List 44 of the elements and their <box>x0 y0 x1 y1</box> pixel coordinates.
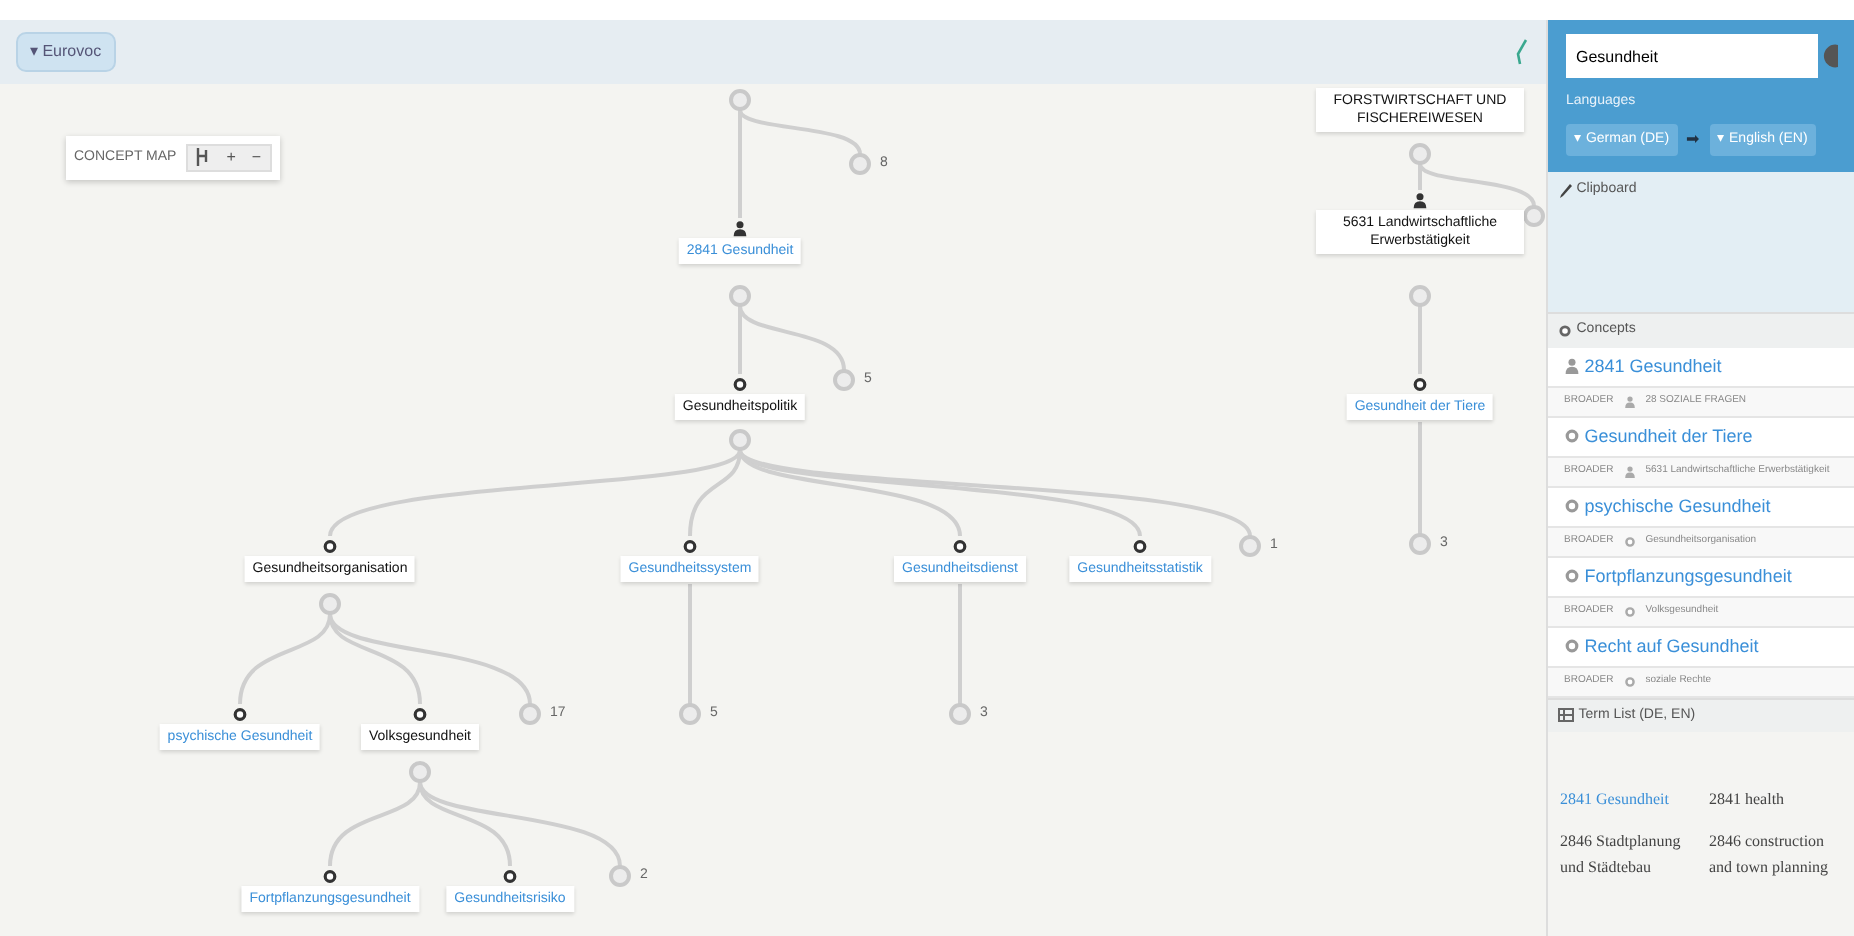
expand-handle[interactable] <box>519 703 541 725</box>
search-field[interactable]: Gesundheit <box>1566 34 1819 78</box>
node-dot <box>1623 675 1636 688</box>
expand-handle[interactable] <box>609 865 631 887</box>
node-dot <box>1564 568 1580 585</box>
person-icon <box>1623 465 1636 478</box>
connector-line <box>1418 422 1422 534</box>
connector-line <box>688 584 692 704</box>
source-term[interactable]: 2841 Gesundheit <box>1560 788 1693 814</box>
connector-line <box>1418 306 1422 374</box>
vocabulary-dropdown[interactable]: ▾ Eurovoc <box>16 32 116 72</box>
expand-handle[interactable] <box>833 369 855 391</box>
pencil-icon <box>1560 183 1572 198</box>
edit-icon[interactable] <box>1514 38 1530 66</box>
target-term: 2841 health <box>1709 788 1787 812</box>
expand-handle[interactable] <box>1409 285 1431 307</box>
expand-handle[interactable] <box>409 761 431 783</box>
zoom-in-button[interactable]: + <box>218 146 244 170</box>
node-dot <box>1623 605 1636 618</box>
expand-handle[interactable] <box>1523 205 1545 227</box>
concepts-icon <box>1558 323 1572 338</box>
expand-handle[interactable] <box>679 703 701 725</box>
connector-line <box>958 584 962 704</box>
swap-arrow[interactable]: ➡ <box>1686 127 1701 152</box>
expand-handle[interactable] <box>319 593 341 615</box>
node-dot <box>1623 535 1636 548</box>
target-term: 2846 construction and town planning <box>1709 829 1831 880</box>
source-term: 2846 Stadtplanung und Städtebau <box>1560 829 1683 880</box>
expand-handle[interactable] <box>949 703 971 725</box>
expand-handle[interactable] <box>729 429 751 451</box>
expand-handle[interactable] <box>1239 535 1261 557</box>
expand-handle[interactable] <box>1409 143 1431 165</box>
person-icon <box>1623 395 1636 408</box>
node-dot <box>1564 428 1580 445</box>
zoom-out-button[interactable]: − <box>243 146 270 170</box>
search-icon[interactable] <box>1822 42 1838 70</box>
expand-handle[interactable] <box>849 153 871 175</box>
node-dot <box>1564 638 1580 655</box>
expand-handle[interactable] <box>1409 533 1431 555</box>
expand-handle[interactable] <box>729 89 751 111</box>
expand-handle[interactable] <box>729 285 751 307</box>
list-icon <box>1558 708 1574 723</box>
person-icon <box>1564 358 1580 375</box>
node-dot <box>1564 498 1580 515</box>
